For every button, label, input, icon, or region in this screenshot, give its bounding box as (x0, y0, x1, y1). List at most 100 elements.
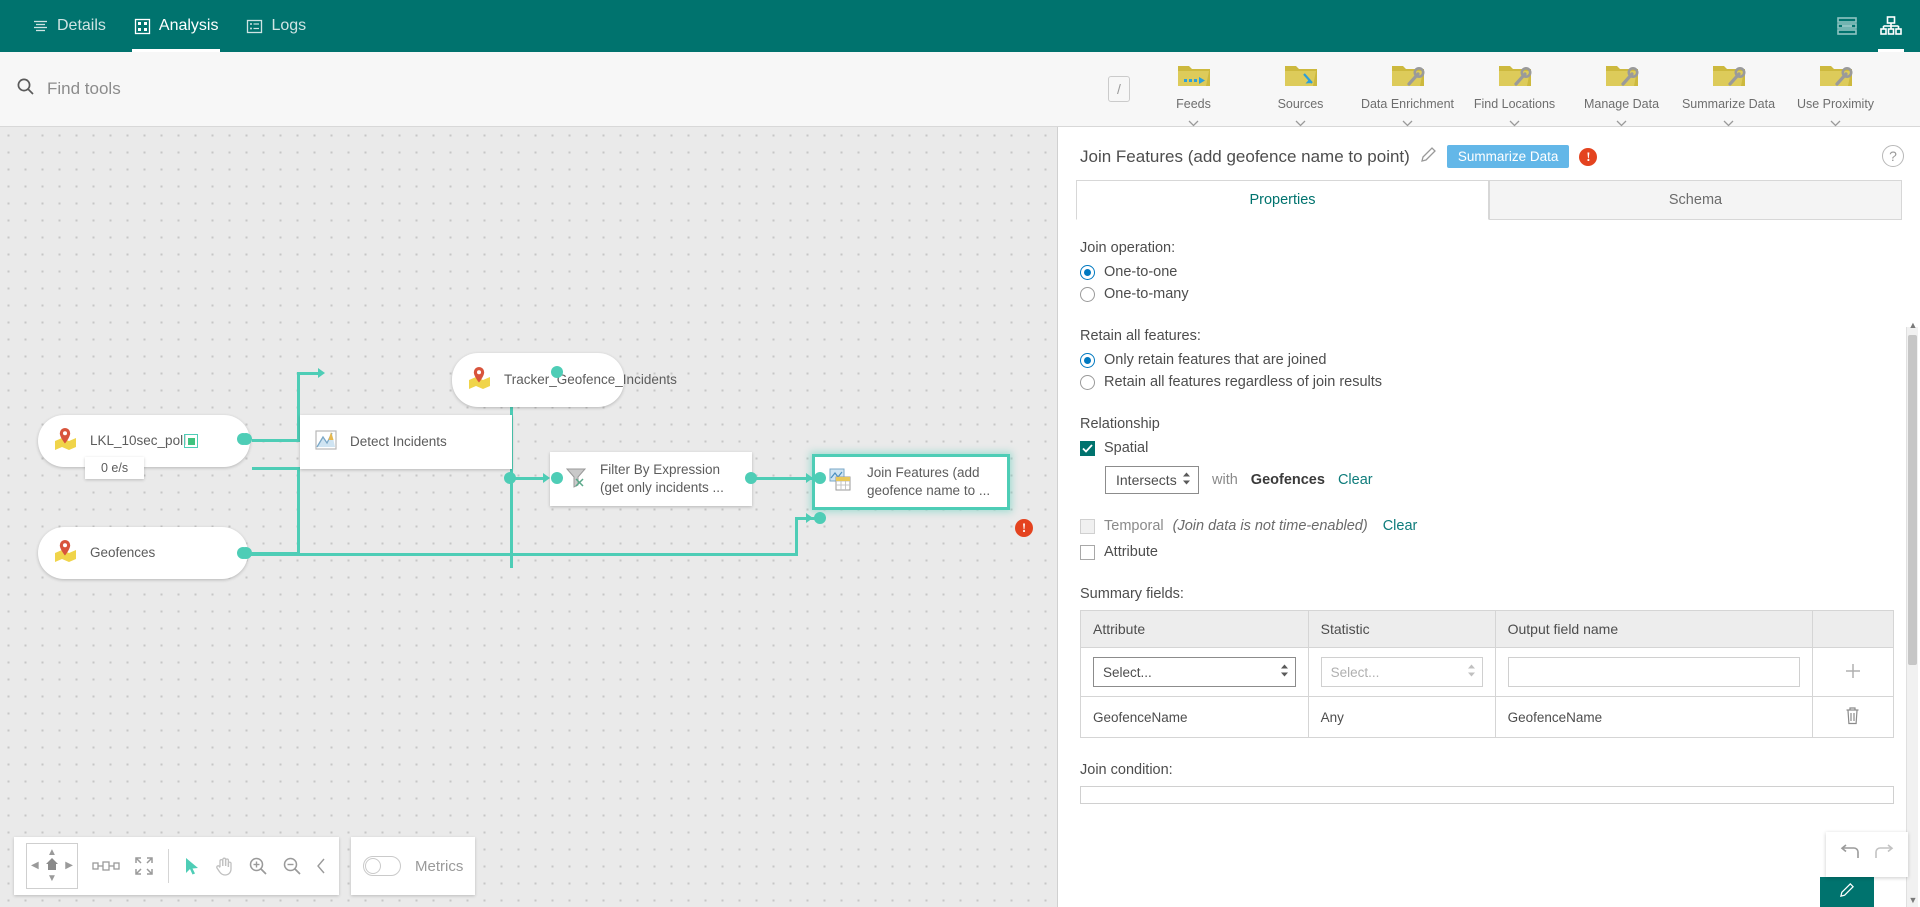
checkbox-spatial[interactable] (1080, 441, 1095, 456)
radio-one-to-one[interactable]: One-to-one (1080, 264, 1894, 280)
nav-tab-logs[interactable]: Logs (232, 0, 320, 52)
node-output-port[interactable] (504, 472, 516, 484)
pan-pad-control[interactable]: ▲ ▼ ◀ ▶ (26, 843, 78, 889)
pan-left-icon[interactable]: ◀ (31, 861, 39, 871)
with-label: with (1212, 472, 1238, 488)
node-error-icon[interactable]: ! (1015, 519, 1033, 537)
pan-up-icon[interactable]: ▲ (47, 848, 57, 858)
nav-tab-label: Details (57, 17, 106, 35)
node-input-port[interactable] (551, 366, 563, 378)
canvas-node-join-features[interactable]: Join Features (add geofence name to ... (812, 454, 1010, 510)
view-toggle-group (1832, 0, 1906, 52)
trash-icon[interactable] (1844, 713, 1861, 728)
nav-tab-analysis[interactable]: Analysis (120, 0, 233, 52)
zoom-out-icon[interactable] (282, 856, 302, 876)
metrics-panel: Metrics (351, 837, 475, 895)
distribute-icon[interactable] (92, 858, 120, 874)
node-input-port[interactable] (237, 433, 249, 445)
checkbox-temporal[interactable] (1080, 519, 1095, 534)
temporal-clear-link[interactable]: Clear (1383, 518, 1418, 534)
radio-only-retain-joined[interactable]: Only retain features that are joined (1080, 352, 1894, 368)
cell-statistic: Any (1308, 697, 1495, 738)
scrollbar-thumb[interactable] (1908, 335, 1917, 665)
metrics-toggle[interactable] (363, 856, 401, 876)
canvas-node-geofences[interactable]: Geofences (38, 527, 248, 579)
pan-right-icon[interactable]: ▶ (65, 861, 73, 871)
collapse-chevron-icon[interactable] (316, 858, 327, 874)
scroll-up-arrow[interactable]: ▲ (1908, 320, 1918, 330)
checkbox-attribute-row[interactable]: Attribute (1080, 544, 1894, 560)
redo-icon[interactable] (1872, 842, 1896, 867)
folder-tool-icon (1710, 60, 1748, 95)
tool-data-enrichment[interactable]: Data Enrichment (1354, 60, 1461, 132)
checkbox-temporal-row[interactable]: Temporal (Join data is not time-enabled)… (1080, 518, 1894, 534)
search-input[interactable] (47, 79, 1096, 99)
canvas-node-detect-incidents[interactable]: Detect Incidents (300, 415, 512, 469)
tool-feeds[interactable]: Feeds (1140, 60, 1247, 132)
attribute-select-value: Select... (1103, 665, 1152, 680)
hand-tool-icon[interactable] (215, 856, 234, 876)
pan-down-icon[interactable]: ▼ (47, 874, 57, 884)
spatial-clear-link[interactable]: Clear (1338, 472, 1373, 488)
wire-arrow (318, 368, 325, 378)
tool-use-proximity[interactable]: Use Proximity (1782, 60, 1889, 132)
panel-scrollbar[interactable]: ▲ ▼ (1906, 327, 1918, 907)
summary-fields-table: Attribute Statistic Output field name Se… (1080, 610, 1894, 738)
logs-icon (246, 18, 263, 35)
radio-button[interactable] (1080, 265, 1095, 280)
nav-tab-details[interactable]: Details (18, 0, 120, 52)
tab-properties[interactable]: Properties (1076, 180, 1489, 220)
radio-button[interactable] (1080, 287, 1095, 302)
node-label: Join Features (add geofence name to ... (867, 464, 993, 500)
edit-fab-button[interactable] (1820, 877, 1874, 907)
join-condition-input[interactable] (1080, 786, 1894, 804)
tool-label: Data Enrichment (1361, 97, 1454, 111)
tool-sources[interactable]: Sources (1247, 60, 1354, 132)
folder-sources-icon (1282, 60, 1320, 95)
checkbox-spatial-row[interactable]: Spatial (1080, 440, 1894, 456)
workflow-canvas[interactable]: LKL_10sec_poll 0 e/s Geofences (0, 127, 1058, 907)
statistic-select[interactable]: Select... (1321, 657, 1483, 687)
checkbox-attribute[interactable] (1080, 545, 1095, 560)
radio-button[interactable] (1080, 375, 1095, 390)
plus-icon[interactable] (1843, 669, 1863, 684)
attribute-select[interactable]: Select... (1093, 657, 1296, 687)
wire-arrow (543, 473, 550, 483)
relationship-label: Relationship (1080, 416, 1894, 432)
node-output-port[interactable] (745, 472, 757, 484)
undo-icon[interactable] (1838, 842, 1862, 867)
tab-schema[interactable]: Schema (1489, 180, 1902, 219)
node-input-port[interactable] (551, 472, 563, 484)
fit-to-screen-icon[interactable] (134, 856, 154, 876)
toolbar-divider (168, 849, 169, 883)
tool-find-locations[interactable]: Find Locations (1461, 60, 1568, 132)
pencil-icon[interactable] (1420, 146, 1437, 168)
funnel-icon (564, 465, 588, 494)
detect-incidents-icon (314, 428, 338, 457)
radio-retain-all[interactable]: Retain all features regardless of join r… (1080, 374, 1894, 390)
tool-manage-data[interactable]: Manage Data (1568, 60, 1675, 132)
hierarchy-view-icon[interactable] (1876, 11, 1906, 41)
checkbox-label: Spatial (1104, 440, 1148, 456)
cell-output-field-input (1495, 648, 1812, 697)
node-rate-badge: 0 e/s (85, 457, 144, 479)
scroll-down-arrow[interactable]: ▼ (1908, 895, 1918, 905)
zoom-in-icon[interactable] (248, 856, 268, 876)
error-icon[interactable]: ! (1579, 148, 1597, 166)
tool-outputs[interactable]: Outputs (1889, 60, 1920, 132)
help-icon[interactable]: ? (1882, 145, 1904, 167)
radio-one-to-many[interactable]: One-to-many (1080, 286, 1894, 302)
spatial-operator-select[interactable]: Intersects (1105, 466, 1199, 494)
pointer-tool-icon[interactable] (183, 856, 201, 876)
node-input-port[interactable] (237, 547, 249, 559)
tool-label: Use Proximity (1797, 97, 1874, 111)
canvas-node-tracker-geofence-incidents[interactable]: Tracker_Geofence_Incidents (452, 353, 624, 407)
nav-tab-group: Details Analysis Logs (0, 0, 320, 52)
node-input-port-secondary[interactable] (814, 512, 826, 524)
radio-button[interactable] (1080, 353, 1095, 368)
canvas-node-filter-by-expression[interactable]: Filter By Expression (get only incidents… (550, 452, 752, 506)
output-field-name-input[interactable] (1508, 657, 1800, 687)
node-input-port[interactable] (814, 472, 826, 484)
tool-summarize-data[interactable]: Summarize Data (1675, 60, 1782, 132)
list-view-icon[interactable] (1832, 11, 1862, 41)
